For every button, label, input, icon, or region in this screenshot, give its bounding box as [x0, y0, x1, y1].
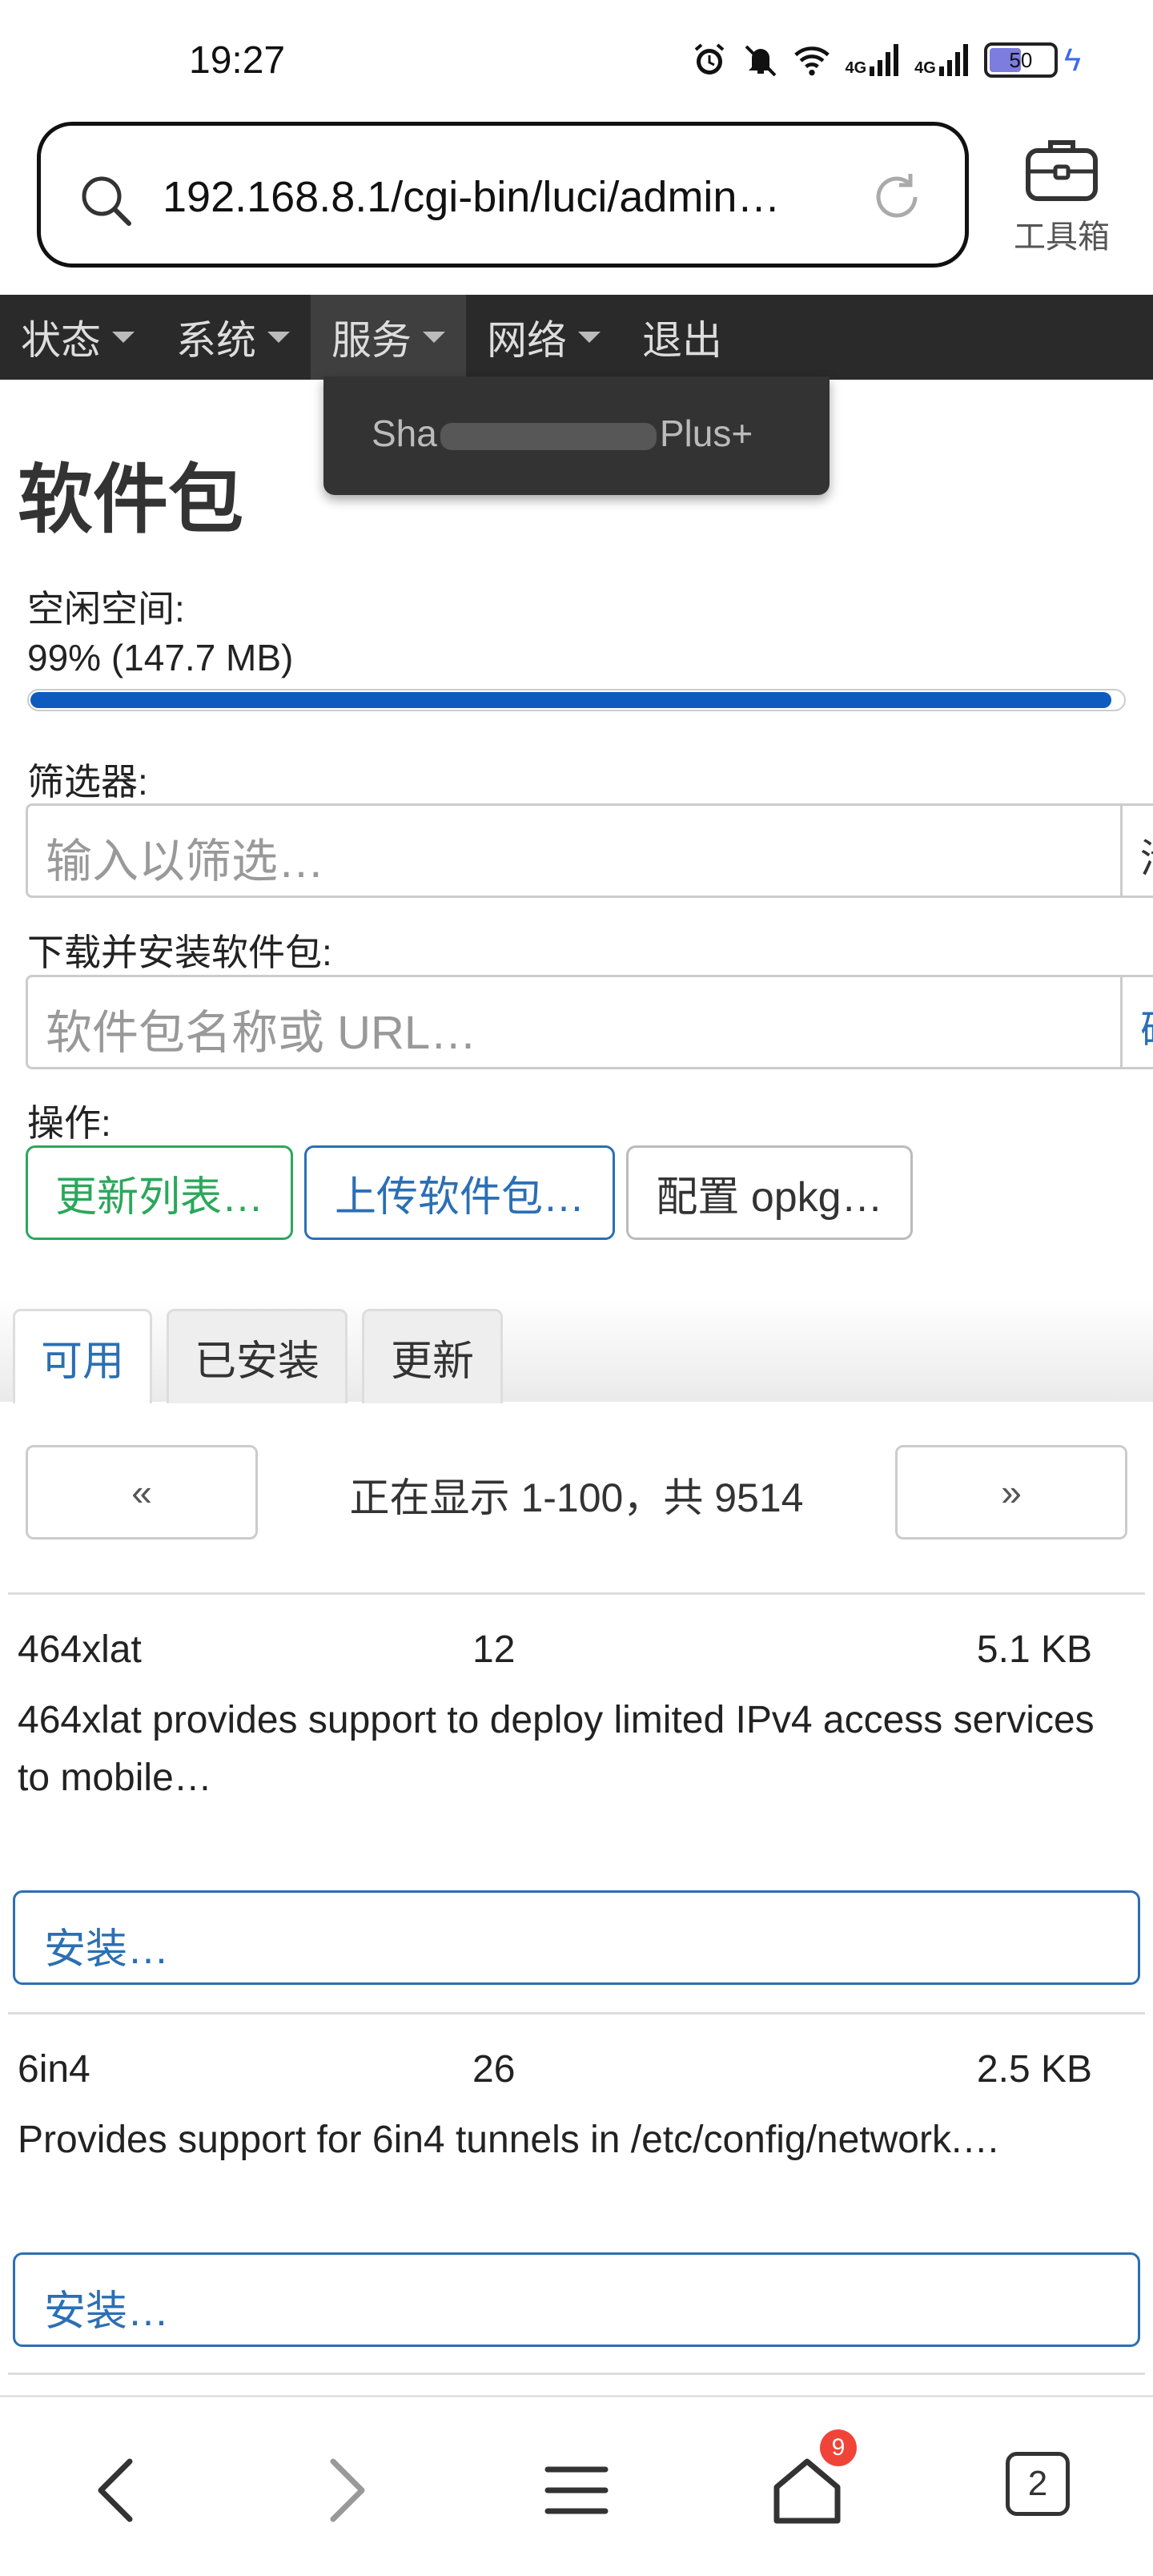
filter-label: 筛选器:	[27, 761, 148, 803]
tabs-count-button[interactable]: 2	[1006, 2452, 1070, 2516]
package-name: 6in4	[18, 2048, 90, 2091]
divider	[8, 1592, 1145, 1595]
main-nav: 状态 系统 服务 网络 退出	[0, 295, 1153, 380]
free-space-progress	[27, 689, 1126, 711]
dropdown-item[interactable]: Sha Plus+	[372, 412, 753, 455]
package-version: 12	[472, 1628, 516, 1671]
update-lists-button[interactable]: 更新列表…	[26, 1145, 293, 1240]
package-description: 464xlat provides support to deploy limit…	[18, 1699, 1095, 1799]
divider	[8, 2012, 1145, 2015]
tab-updates[interactable]: 更新	[362, 1309, 503, 1403]
download-ok-button[interactable]: 确	[1121, 975, 1153, 1069]
clock: 19:27	[189, 39, 286, 82]
battery-icon: 50	[983, 42, 1058, 78]
package-size: 2.5 KB	[976, 2048, 1092, 2091]
download-label: 下载并安装软件包:	[27, 932, 332, 973]
install-button[interactable]: 安装…	[13, 1890, 1140, 1985]
tab-available[interactable]: 可用	[13, 1309, 152, 1403]
signal-icon: 4G	[845, 44, 900, 76]
configure-opkg-button[interactable]: 配置 opkg…	[626, 1145, 913, 1240]
progress-fill	[30, 692, 1112, 708]
home-badge: 9	[820, 2429, 857, 2466]
pager-status: 正在显示 1-100，共 9514	[349, 1475, 804, 1520]
free-space-value: 99% (147.7 MB)	[27, 637, 294, 678]
redacted-text	[440, 422, 657, 450]
upload-package-button[interactable]: 上传软件包…	[304, 1145, 615, 1240]
search-icon	[78, 172, 134, 228]
package-version: 26	[472, 2048, 516, 2091]
nav-network[interactable]: 网络	[466, 295, 621, 380]
status-icons: 4G 4G 50 ϟ	[691, 42, 1081, 78]
toolbox-button[interactable]: 工具箱	[1006, 135, 1118, 257]
nav-system[interactable]: 系统	[155, 295, 311, 380]
filter-clear-button[interactable]: 清	[1121, 803, 1153, 898]
package-url-input[interactable]: 软件包名称或 URL…	[26, 975, 1123, 1069]
charging-icon: ϟ	[1063, 42, 1081, 78]
nav-status[interactable]: 状态	[0, 295, 155, 380]
package-name: 464xlat	[18, 1628, 142, 1671]
chevron-down-icon	[578, 332, 601, 343]
nav-services[interactable]: 服务	[311, 295, 466, 380]
services-dropdown: Sha Plus+	[323, 376, 830, 495]
forward-icon[interactable]	[306, 2450, 386, 2530]
prev-page-button[interactable]: «	[26, 1445, 258, 1540]
chevron-down-icon	[112, 332, 135, 343]
nav-logout[interactable]: 退出	[621, 295, 743, 380]
actions-label: 操作:	[27, 1102, 111, 1144]
page-title: 软件包	[18, 457, 244, 541]
chevron-down-icon	[423, 332, 445, 343]
next-page-button[interactable]: »	[895, 1445, 1127, 1540]
wifi-icon	[793, 42, 830, 78]
toolbox-icon	[1006, 135, 1118, 207]
back-icon[interactable]	[77, 2450, 157, 2530]
chevron-down-icon	[267, 332, 290, 343]
package-size: 5.1 KB	[976, 1628, 1092, 1671]
divider	[8, 2373, 1145, 2375]
toolbox-label: 工具箱	[1014, 219, 1110, 255]
alarm-icon	[691, 42, 728, 78]
url-text[interactable]: 192.168.8.1/cgi-bin/luci/admin…	[163, 172, 851, 222]
mute-icon	[742, 42, 779, 78]
install-button[interactable]: 安装…	[13, 2252, 1140, 2347]
filter-input[interactable]: 输入以筛选…	[26, 803, 1123, 898]
tab-installed[interactable]: 已安装	[167, 1309, 348, 1403]
package-description: Provides support for 6in4 tunnels in /et…	[18, 2119, 1001, 2161]
reload-icon[interactable]	[867, 167, 926, 227]
free-space-label: 空闲空间:	[27, 588, 185, 630]
browser-bottom-bar: 9 2	[0, 2395, 1153, 2576]
signal-icon: 4G	[914, 44, 970, 76]
menu-icon[interactable]	[536, 2450, 617, 2530]
status-bar: 19:27 4G 4G 50 ϟ	[0, 0, 1153, 120]
address-bar[interactable]: 192.168.8.1/cgi-bin/luci/admin…	[37, 122, 969, 268]
